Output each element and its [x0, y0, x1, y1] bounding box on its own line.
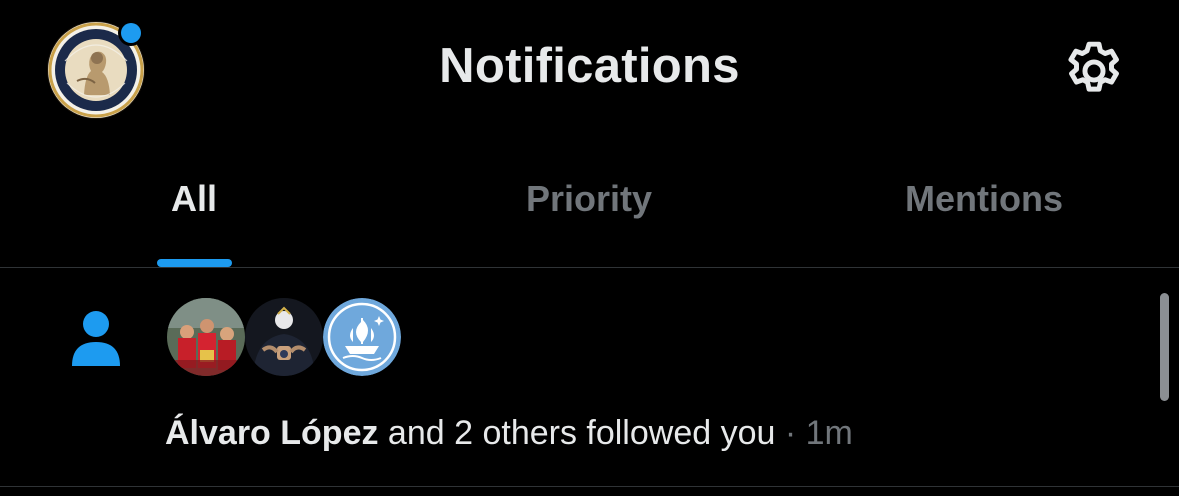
page-title: Notifications: [439, 39, 740, 93]
football-team-avatar[interactable]: [167, 298, 245, 376]
ship-logo-avatar[interactable]: [323, 298, 401, 376]
tab-all[interactable]: All: [171, 178, 217, 220]
header: Notifications: [0, 0, 1179, 140]
tab-mentions[interactable]: Mentions: [905, 178, 1063, 220]
real-madrid-avatar[interactable]: [245, 298, 323, 376]
gear-icon[interactable]: [1059, 36, 1129, 106]
scrollbar[interactable]: [1160, 293, 1169, 401]
active-tab-indicator: [157, 259, 232, 267]
item-divider: [0, 486, 1179, 487]
person-icon: [70, 308, 124, 368]
notification-message: and 2 others followed you: [378, 414, 776, 452]
timestamp: 1m: [805, 414, 853, 452]
notification-item[interactable]: Álvaro López and 2 others followed you ·…: [0, 268, 1179, 486]
separator-dot: ·: [775, 414, 806, 452]
tab-priority[interactable]: Priority: [526, 178, 652, 220]
actor-name[interactable]: Álvaro López: [165, 414, 378, 452]
notification-tabs: All Priority Mentions: [0, 150, 1179, 268]
notification-text: Álvaro López and 2 others followed you ·…: [165, 414, 853, 453]
